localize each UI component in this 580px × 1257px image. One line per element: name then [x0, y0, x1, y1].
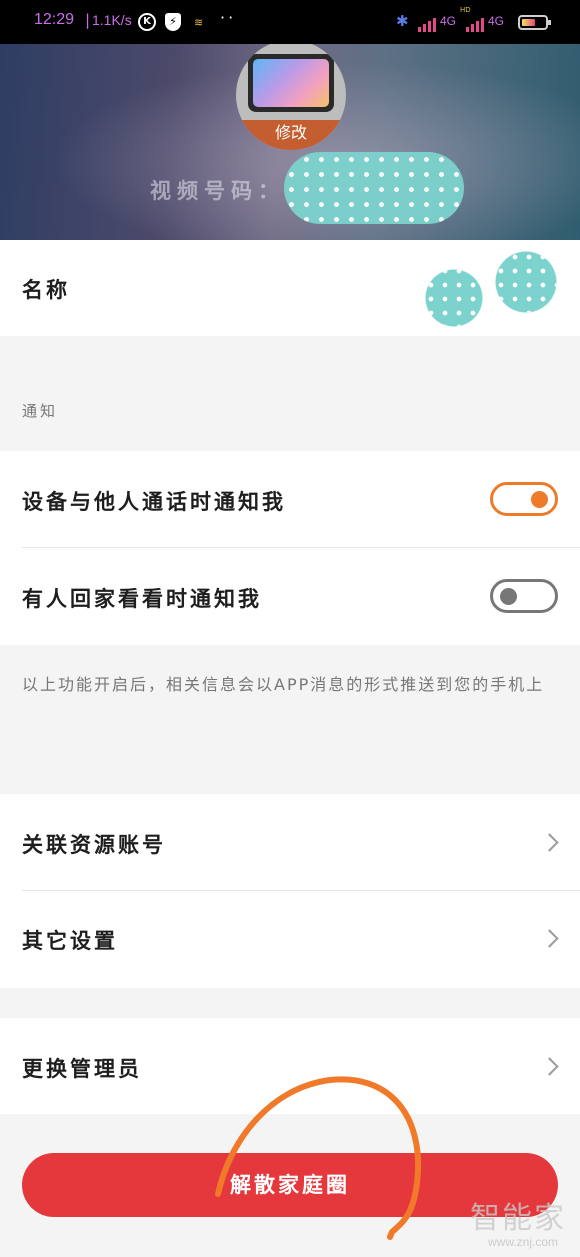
name-label: 名称	[22, 278, 70, 302]
divider	[22, 547, 580, 548]
hd-label: HD	[460, 6, 471, 14]
notify-call-label: 设备与他人通话时通知我	[22, 490, 286, 514]
status-net-speed: 1.1K/s	[92, 12, 132, 28]
network-type-label: 4G	[488, 14, 505, 28]
header-banner: 修改 视频号码：	[0, 44, 580, 240]
k-circle-icon: K	[138, 13, 156, 31]
chevron-right-icon	[540, 833, 559, 852]
name-row[interactable]: 名称	[0, 240, 580, 336]
other-settings-item[interactable]: 其它设置	[0, 891, 580, 988]
menu-group: 关联资源账号 其它设置	[0, 794, 580, 988]
watermark-logo: 智能家	[470, 1201, 566, 1236]
network-type-label: 4G	[440, 14, 457, 28]
redaction-mask	[284, 152, 464, 224]
linked-accounts-item[interactable]: 关联资源账号	[0, 794, 580, 890]
status-bar: 12:29 | 1.1K/s K ⚡ ≋ ·· ✱ 4G HD 4G	[0, 0, 580, 44]
signal-bars-icon	[418, 16, 436, 32]
device-avatar[interactable]: 修改	[236, 44, 346, 150]
notification-list: 设备与他人通话时通知我 有人回家看看时通知我	[0, 451, 580, 645]
change-admin-item[interactable]: 更换管理员	[0, 1018, 580, 1114]
battery-icon	[518, 15, 551, 30]
avatar-edit-button[interactable]: 修改	[236, 120, 346, 150]
chevron-right-icon	[540, 929, 559, 948]
wifi-small-icon: ≋	[194, 16, 204, 29]
redaction-mask	[424, 250, 558, 330]
change-admin-label: 更换管理员	[22, 1057, 142, 1081]
notification-hint: 以上功能开启后，相关信息会以APP消息的形式推送到您的手机上	[22, 675, 545, 694]
status-time: 12:29	[34, 11, 75, 28]
status-separator: |	[85, 11, 91, 29]
notify-visit-label: 有人回家看看时通知我	[22, 587, 262, 611]
notify-call-toggle[interactable]	[490, 482, 558, 516]
chevron-right-icon	[540, 1057, 559, 1076]
other-settings-label: 其它设置	[22, 929, 118, 953]
bolt-shield-icon: ⚡	[165, 13, 181, 31]
video-number-label: 视频号码：	[150, 179, 285, 203]
watermark-url: www.znj.com	[488, 1235, 559, 1249]
signal-bars-icon	[466, 16, 484, 32]
notify-visit-toggle[interactable]	[490, 579, 558, 613]
section-title-notifications: 通知	[22, 402, 59, 420]
bluetooth-icon: ✱	[396, 12, 409, 30]
linked-accounts-label: 关联资源账号	[22, 833, 166, 857]
more-dots-icon: ··	[220, 8, 237, 27]
smart-screen-icon	[248, 54, 334, 112]
